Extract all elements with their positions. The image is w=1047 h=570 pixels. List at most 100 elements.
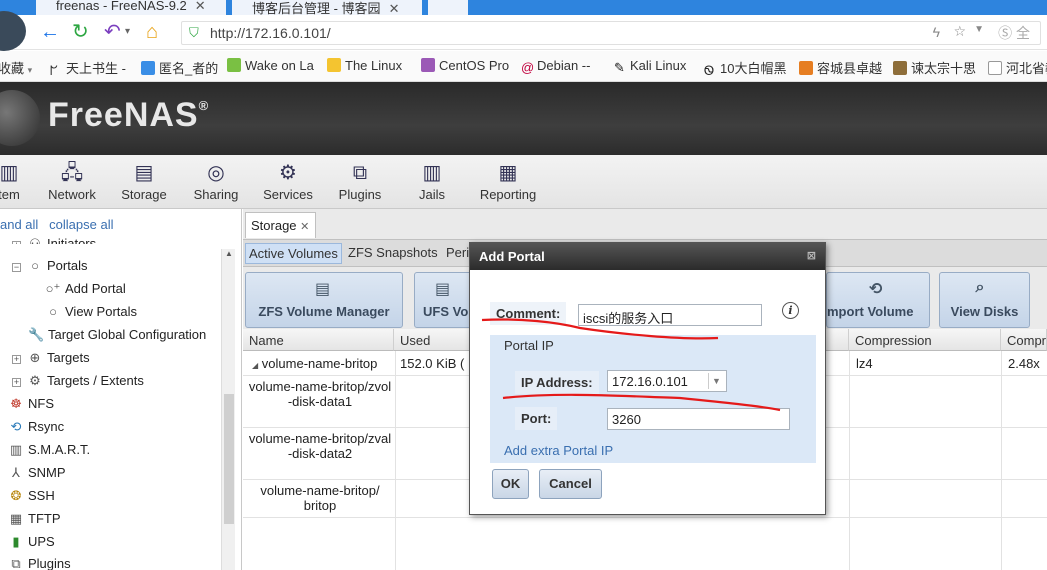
toolbar-network[interactable]: 🖧 Network (44, 161, 100, 202)
avatar[interactable] (0, 11, 26, 51)
ok-button[interactable]: OK (492, 469, 529, 499)
bookmark-item[interactable]: @ Debian -- (521, 58, 590, 75)
bookmark-item[interactable]: 谏太宗十思 (893, 58, 976, 77)
tree-item-ups[interactable]: ▮ UPS (8, 534, 54, 550)
tree-item-snmp[interactable]: ⅄ SNMP (8, 465, 66, 481)
tree-item-tftp[interactable]: ▦ TFTP (8, 511, 61, 527)
bookmark-item[interactable]: Wake on La (227, 58, 314, 73)
tree-item-nfs[interactable]: ☸ NFS (8, 396, 54, 412)
tree-item-label: SNMP (28, 465, 66, 480)
targets-extents-icon: ⚙ (29, 373, 41, 388)
search-icon: ○ (49, 304, 57, 319)
tree-item-targets[interactable]: + ⊕ Targets (12, 350, 90, 366)
tab-storage[interactable]: Storage ✕ (245, 212, 317, 238)
expand-all-link[interactable]: and all (0, 217, 38, 232)
column-header-compression[interactable]: Compression (849, 329, 1001, 351)
collapse-triangle-icon[interactable]: ◢ (252, 361, 258, 370)
chevron-down-icon[interactable]: ▼ (974, 24, 984, 35)
row-ratio: 2.48x (1008, 356, 1040, 371)
tree-scrollbar[interactable]: ▲ (221, 249, 235, 570)
bookmark-item[interactable]: ᖸ 天上书生 - (50, 58, 126, 78)
bookmark-item[interactable]: ✎ Kali Linux (614, 58, 686, 75)
ufs-volume-manager-button[interactable]: ▤ UFS Vo (414, 272, 474, 328)
bookmark-icon: Ꮻ (704, 63, 715, 78)
star-icon[interactable]: ☆ (953, 23, 966, 40)
toolbar-label: Reporting (479, 187, 537, 202)
tree-item-smart[interactable]: ▥ S.M.A.R.T. (8, 442, 90, 458)
tree-item-label: Plugins (28, 556, 71, 570)
bookmark-label: CentOS Pro (439, 58, 510, 73)
tree-item-view-portals[interactable]: ○ View Portals (45, 304, 137, 319)
toolbar-label: Storage (121, 187, 167, 202)
gear-icon: ⚙ (279, 162, 297, 184)
dialog-title-bar[interactable]: Add Portal ⊠ (470, 243, 825, 270)
shield-icon: ⛉ (189, 25, 199, 40)
ip-address-label: IP Address: (515, 371, 599, 394)
import-volume-button[interactable]: ⟲ mport Volume (826, 272, 930, 328)
page-icon (988, 61, 1002, 75)
toolbar-sharing[interactable]: ◎ Sharing (188, 161, 244, 202)
toolbar-services[interactable]: ⚙ Services (260, 161, 316, 202)
column-header-compression-ratio[interactable]: Compr (1001, 329, 1047, 351)
browser-tab-freenas[interactable]: freenas - FreeNAS-9.2 ✕ (36, 0, 226, 15)
scrollbar-thumb[interactable] (224, 394, 234, 524)
main-toolbar: ▥ tem 🖧 Network ▤ Storage ◎ Sharing ⚙ Service… (0, 155, 1047, 209)
toolbar-jails[interactable]: ▥ Jails (404, 161, 460, 202)
add-extra-portal-ip-link[interactable]: Add extra Portal IP (504, 443, 613, 458)
tree-item-rsync[interactable]: ⟲ Rsync (8, 419, 65, 435)
ip-address-select[interactable]: 172.16.0.101 ▼ (607, 370, 727, 392)
scroll-up-icon[interactable]: ▲ (225, 249, 233, 258)
toolbar-plugins[interactable]: ⧉ Plugins (332, 161, 388, 202)
bookmark-item[interactable]: The Linux (327, 58, 402, 73)
view-disks-button[interactable]: ⌕ View Disks (939, 272, 1030, 328)
bookmark-item[interactable]: CentOS Pro (421, 58, 509, 73)
row-name: volume-name-britop/zvol-disk-data1 (248, 379, 392, 409)
tree-item-initiators[interactable]: +⚇Initiators (12, 236, 96, 244)
close-icon[interactable]: ✕ (300, 221, 309, 233)
lightning-icon[interactable]: ϟ (933, 24, 940, 40)
chevron-down-icon[interactable]: ▾ (125, 21, 130, 43)
subtab-active-volumes[interactable]: Active Volumes (245, 243, 342, 264)
tree-item-target-global-configuration[interactable]: 🔧 Target Global Configuration (28, 327, 206, 343)
close-icon[interactable]: ✕ (195, 0, 206, 13)
add-portal-icon: ○⁺ (45, 281, 61, 296)
search-engine-icon[interactable]: Ⓢ 全 (998, 23, 1030, 43)
tree-item-add-portal[interactable]: ○⁺ Add Portal (45, 281, 126, 297)
bookmark-item[interactable]: 容城县卓越 (799, 58, 882, 77)
cancel-button[interactable]: Cancel (539, 469, 602, 499)
bookmark-icon (227, 58, 241, 72)
collapse-all-link[interactable]: collapse all (49, 217, 113, 232)
toolbar-storage[interactable]: ▤ Storage (116, 161, 172, 202)
new-tab-button[interactable] (428, 0, 468, 15)
toolbar-reporting[interactable]: ▦ Reporting (476, 161, 540, 202)
toolbar-system[interactable]: ▥ tem (0, 161, 24, 202)
tree-item-ssh[interactable]: ❂ SSH (8, 488, 55, 504)
chevron-down-icon[interactable]: ▼ (708, 373, 724, 389)
tree-item-label: Rsync (28, 419, 65, 434)
home-icon[interactable]: ⌂ (146, 21, 158, 43)
tree-item-plugins[interactable]: ⧉ Plugins (8, 556, 71, 570)
bookmark-item[interactable]: 河北省教 (988, 58, 1047, 77)
close-icon[interactable]: ⊠ (807, 249, 816, 262)
tree-item-label: Targets (47, 350, 90, 365)
bookmark-item[interactable]: Ꮻ 10大白帽黑 (704, 58, 786, 78)
subtab-periodic[interactable]: Peri (443, 243, 472, 262)
target-icon: ⊕ (29, 350, 41, 365)
bookmark-item[interactable]: 收藏 ▾ (0, 58, 32, 77)
back-arrow-icon[interactable]: ← (40, 21, 60, 43)
url-field[interactable]: ⛉ http://172.16.0.101/ ϟ ☆ ▼ Ⓢ 全 (181, 21, 1041, 45)
subtab-zfs-snapshots[interactable]: ZFS Snapshots (345, 243, 441, 262)
toolbar-label: Plugins (338, 187, 382, 202)
reload-icon[interactable]: ↻ (72, 21, 89, 43)
tree-item-targets-extents[interactable]: + ⚙ Targets / Extents (12, 373, 144, 389)
zfs-volume-manager-button[interactable]: ▤ ZFS Volume Manager (245, 272, 403, 328)
browser-tab-blog[interactable]: 博客后台管理 - 博客园 ✕ (232, 0, 422, 15)
undo-icon[interactable]: ↶ (104, 21, 121, 43)
column-header-name[interactable]: Name (243, 329, 394, 351)
close-icon[interactable]: ✕ (389, 1, 400, 15)
comment-field[interactable]: iscsi的服务入口 (578, 304, 762, 326)
bookmark-item[interactable]: 匿名_者的 (141, 58, 218, 77)
info-icon[interactable]: i (782, 302, 799, 319)
port-field[interactable]: 3260 (607, 408, 790, 430)
tree-item-portals[interactable]: − ○ Portals (12, 258, 87, 273)
